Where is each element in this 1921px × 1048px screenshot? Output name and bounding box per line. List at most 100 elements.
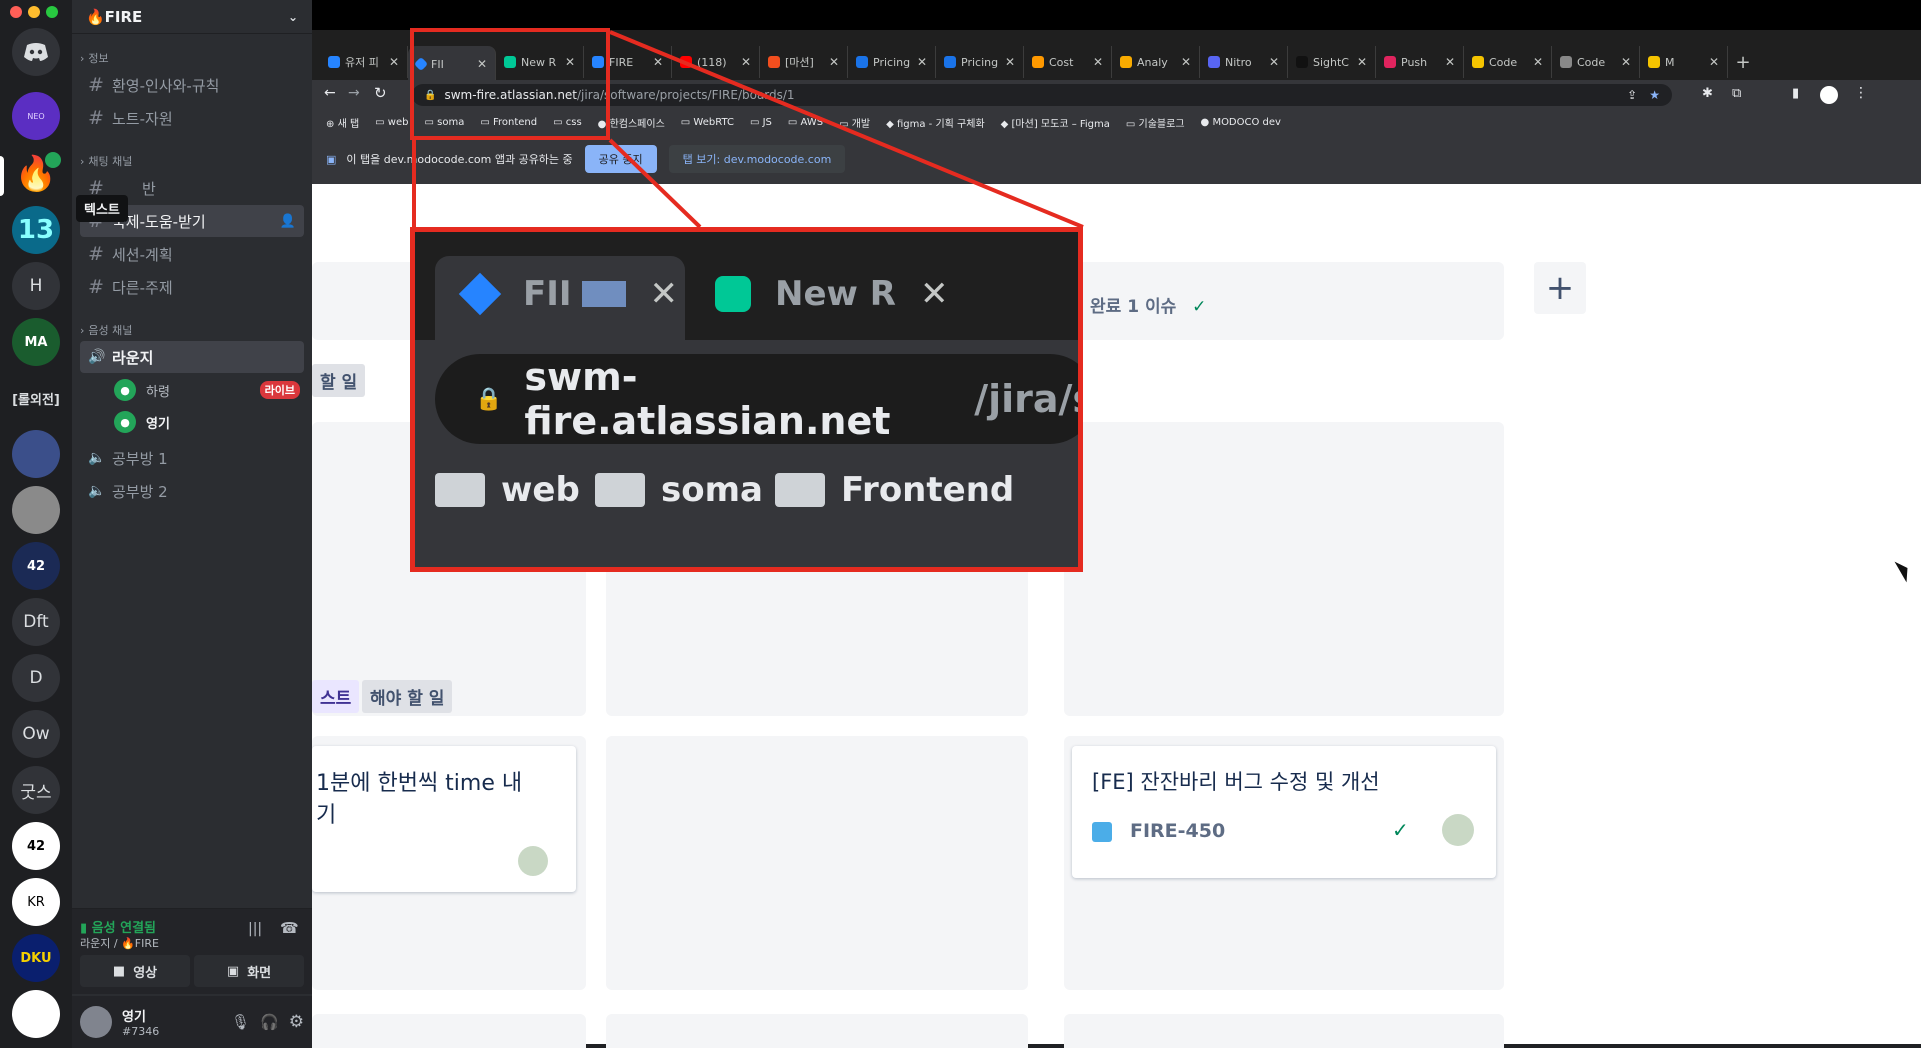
server-icon[interactable] bbox=[12, 486, 60, 534]
server-icon[interactable] bbox=[12, 430, 60, 478]
stop-sharing-button[interactable]: 공유 중지 bbox=[584, 145, 657, 173]
browser-tab[interactable]: Nitro ✕ bbox=[1200, 46, 1288, 78]
microphone-icon[interactable]: 🎙 bbox=[231, 1013, 250, 1031]
add-member-icon[interactable]: 👤 bbox=[280, 214, 296, 229]
share-icon[interactable]: ⇪ bbox=[1627, 88, 1637, 102]
close-icon: ✕ bbox=[1004, 55, 1015, 69]
browser-tab[interactable]: 유저 피 ✕ bbox=[320, 46, 408, 78]
server-icon[interactable]: 13 bbox=[12, 206, 60, 254]
voice-location[interactable]: 라운지 / 🔥FIRE bbox=[80, 935, 159, 951]
extension-icon[interactable]: ✱ bbox=[1702, 86, 1713, 101]
bookmark-item[interactable]: ⊕ 새 탭 bbox=[326, 115, 359, 130]
avatar[interactable] bbox=[80, 1006, 112, 1038]
zoom-bookmark-folder: Frontend bbox=[775, 470, 1014, 510]
live-badge: 라이브 bbox=[259, 381, 300, 399]
video-button[interactable]: ■ 영상 bbox=[80, 955, 190, 987]
voice-status-title[interactable]: ▮ 음성 연결됨 bbox=[80, 917, 156, 936]
voice-user[interactable]: ● 하령 라이브 bbox=[110, 374, 304, 406]
chevron-down-icon[interactable]: ⌄ bbox=[288, 10, 298, 24]
issue-card[interactable]: 1분에 한번씩 time 내기 bbox=[312, 746, 576, 892]
avatar: ● bbox=[114, 411, 136, 433]
folder-icon bbox=[435, 473, 485, 507]
server-icon[interactable]: DKU bbox=[12, 934, 60, 982]
sidebar-icon[interactable]: ▮ bbox=[1792, 86, 1799, 101]
bookmark-folder[interactable]: ▭ WebRTC bbox=[681, 117, 734, 128]
minimize-window-button[interactable] bbox=[28, 6, 40, 18]
server-icon[interactable]: H bbox=[12, 262, 60, 310]
avatar bbox=[1442, 814, 1474, 846]
browser-tab[interactable]: Push ✕ bbox=[1376, 46, 1464, 78]
server-icon[interactable]: KR bbox=[12, 878, 60, 926]
server-icon[interactable] bbox=[12, 990, 60, 1038]
bookmark-item[interactable]: ● MODOCO dev bbox=[1201, 117, 1281, 128]
issue-card[interactable]: [FE] 잔잔바리 버그 수정 및 개선 FIRE-450 ✓ bbox=[1072, 746, 1496, 878]
headphones-icon[interactable]: 🎧 bbox=[260, 1013, 279, 1031]
voice-connection-panel: ▮ 음성 연결됨 라운지 / 🔥FIRE ||| ☎ ■ 영상 ▣ 화면 bbox=[72, 908, 312, 994]
server-icon[interactable]: [롤외전] bbox=[12, 374, 60, 422]
disconnect-icon[interactable]: ☎ bbox=[280, 919, 299, 937]
bookmark-item[interactable]: ◆ [마션] 모도코 – Figma bbox=[1001, 115, 1110, 130]
voice-channel-item[interactable]: 🔈 공부방 2 bbox=[80, 475, 304, 507]
channel-item[interactable]: # 환영-인사와-규칙 bbox=[80, 69, 304, 101]
speaker-icon: 🔊 bbox=[88, 349, 106, 365]
browser-tab[interactable]: (118) ✕ bbox=[672, 46, 760, 78]
browser-tab[interactable]: Analy ✕ bbox=[1112, 46, 1200, 78]
share-notice: 이 탭을 dev.modocode.com 앱과 공유하는 중 bbox=[346, 153, 573, 166]
server-icon[interactable]: Dft bbox=[12, 598, 60, 646]
channel-item[interactable]: # 세션-계획 bbox=[80, 238, 304, 270]
hash-icon: # bbox=[88, 74, 104, 96]
browser-tab[interactable]: Code ✕ bbox=[1464, 46, 1552, 78]
browser-tab[interactable]: SightC ✕ bbox=[1288, 46, 1376, 78]
noise-suppression-icon[interactable]: ||| bbox=[248, 921, 262, 937]
browser-tab[interactable]: Pricing ✕ bbox=[848, 46, 936, 78]
view-tab-button[interactable]: 탭 보기: dev.modocode.com bbox=[668, 145, 846, 173]
close-icon: ✕ bbox=[1708, 55, 1719, 69]
server-icon[interactable]: D bbox=[12, 654, 60, 702]
board-column bbox=[606, 736, 1028, 990]
browser-tab[interactable]: Pricing ✕ bbox=[936, 46, 1024, 78]
add-column-button[interactable]: + bbox=[1534, 262, 1586, 314]
gear-icon[interactable]: ⚙ bbox=[289, 1012, 304, 1032]
voice-channel-item[interactable]: 🔈 공부방 1 bbox=[80, 442, 304, 474]
bookmark-folder[interactable]: ▭ AWS bbox=[788, 117, 823, 128]
screen-share-button[interactable]: ▣ 화면 bbox=[194, 955, 304, 987]
bookmark-folder[interactable]: ▭ 개발 bbox=[839, 115, 870, 130]
lock-icon: 🔒 bbox=[475, 386, 503, 412]
bookmark-folder[interactable]: ▭ JS bbox=[750, 117, 772, 128]
bookmark-item[interactable]: ◆ figma - 기획 구체화 bbox=[886, 115, 985, 130]
server-icon[interactable]: 42 bbox=[12, 542, 60, 590]
voice-channel-item[interactable]: 🔊 라운지 bbox=[80, 341, 304, 373]
puzzle-icon[interactable]: ⧉ bbox=[1732, 86, 1741, 101]
star-icon[interactable]: ★ bbox=[1649, 88, 1660, 102]
board-column bbox=[312, 1014, 586, 1048]
browser-tab[interactable]: Cost ✕ bbox=[1024, 46, 1112, 78]
profile-avatar[interactable] bbox=[1820, 86, 1838, 104]
server-icon[interactable]: Ow bbox=[12, 710, 60, 758]
channel-item[interactable]: # 노트-자원 bbox=[80, 102, 304, 134]
browser-tab[interactable]: [마션] ✕ bbox=[760, 46, 848, 78]
category-voice[interactable]: › 음성 채널 bbox=[72, 320, 312, 340]
server-header[interactable]: 🔥FIRE ⌄ bbox=[72, 0, 312, 34]
bookmark-folder[interactable]: ▭ 기술블로그 bbox=[1126, 115, 1185, 130]
browser-tab[interactable]: Code ✕ bbox=[1552, 46, 1640, 78]
signal-icon: ▮ bbox=[80, 921, 92, 936]
bookmark-folder[interactable]: ▭ web bbox=[375, 117, 408, 128]
server-icon[interactable]: NEO bbox=[12, 92, 60, 140]
category-text[interactable]: › 채팅 채널 bbox=[72, 151, 312, 171]
new-tab-button[interactable]: + bbox=[1728, 46, 1758, 78]
close-window-button[interactable] bbox=[10, 6, 22, 18]
back-icon[interactable]: ← bbox=[324, 85, 336, 101]
server-icon[interactable]: 42 bbox=[12, 822, 60, 870]
zoom-window-button[interactable] bbox=[46, 6, 58, 18]
forward-icon[interactable]: → bbox=[348, 85, 360, 101]
category-info[interactable]: › 정보 bbox=[72, 48, 312, 68]
browser-tab[interactable]: M ✕ bbox=[1640, 46, 1728, 78]
server-icon[interactable]: 굿스 bbox=[12, 766, 60, 814]
channel-item[interactable]: # 다른-주제 bbox=[80, 271, 304, 303]
selected-server-indicator bbox=[0, 156, 4, 196]
reload-icon[interactable]: ↻ bbox=[374, 84, 387, 102]
server-icon[interactable]: MA bbox=[12, 318, 60, 366]
discord-home-icon[interactable] bbox=[12, 28, 60, 76]
kebab-menu-icon[interactable]: ⋮ bbox=[1854, 85, 1868, 101]
voice-user[interactable]: ● 영기 bbox=[110, 406, 304, 438]
